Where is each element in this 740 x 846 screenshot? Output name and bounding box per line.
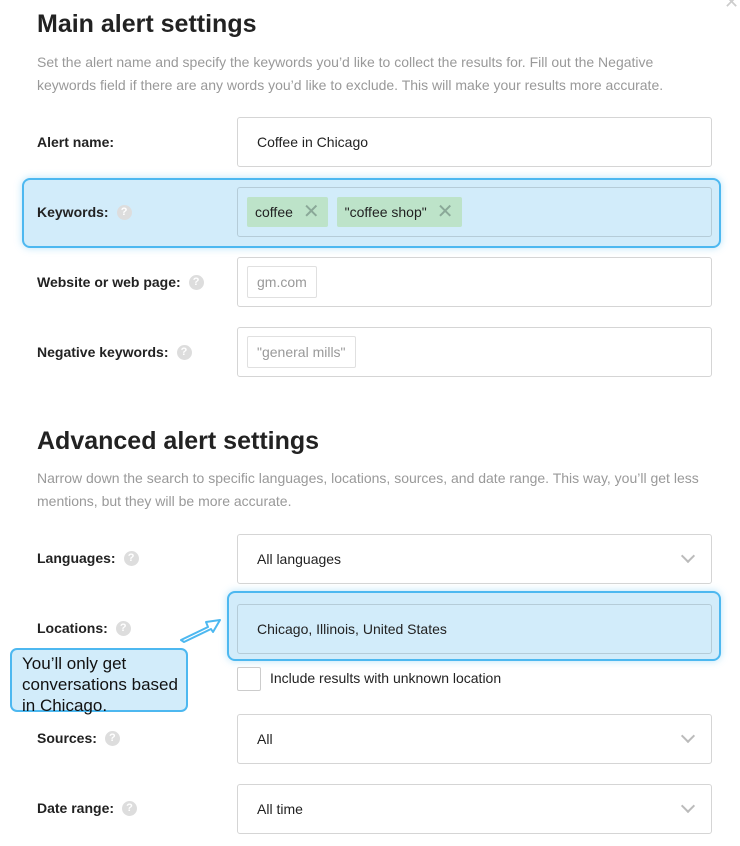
website-input[interactable]: gm.com <box>237 257 712 307</box>
help-icon[interactable]: ? <box>116 204 132 220</box>
chevron-down-icon <box>680 728 696 744</box>
unknown-location-label[interactable]: Include results with unknown location <box>270 670 501 686</box>
chevron-down-icon <box>680 548 696 564</box>
keyword-tag: "coffee shop" ✕ <box>336 197 462 227</box>
main-settings-description: Set the alert name and specify the keywo… <box>37 54 664 93</box>
languages-select[interactable]: All languages <box>237 534 712 584</box>
website-placeholder: gm.com <box>247 266 317 298</box>
keyword-tag: coffee ✕ <box>247 197 328 227</box>
help-icon[interactable]: ? <box>122 800 138 816</box>
sources-value: All <box>257 731 273 747</box>
keywords-label: Keywords:? <box>37 202 132 222</box>
alert-name-label: Alert name: <box>37 134 115 150</box>
main-settings-title: Main alert settings <box>37 10 257 38</box>
alert-name-input[interactable]: Coffee in Chicago <box>237 117 712 167</box>
locations-label: Locations:? <box>37 618 131 638</box>
locations-input[interactable]: Chicago, Illinois, United States <box>237 604 712 654</box>
remove-tag-icon[interactable]: ✕ <box>437 197 454 227</box>
arrow-icon <box>180 619 221 643</box>
location-callout: You’ll only get conversations based in C… <box>10 648 188 715</box>
negative-keywords-placeholder: "general mills" <box>247 336 356 368</box>
languages-value: All languages <box>257 551 342 567</box>
help-icon[interactable]: ? <box>123 550 139 566</box>
help-icon[interactable]: ? <box>104 730 120 746</box>
help-icon[interactable]: ? <box>188 274 204 290</box>
chevron-down-icon <box>680 798 696 814</box>
negative-keywords-label: Negative keywords:? <box>37 342 192 362</box>
date-range-select[interactable]: All time <box>237 784 712 834</box>
help-icon[interactable]: ? <box>115 620 131 636</box>
remove-tag-icon[interactable]: ✕ <box>303 197 320 227</box>
unknown-location-checkbox[interactable] <box>237 667 261 691</box>
sources-label: Sources:? <box>37 728 120 748</box>
alert-name-value: Coffee in Chicago <box>257 134 369 150</box>
sources-select[interactable]: All <box>237 714 712 764</box>
advanced-settings-description: Narrow down the search to specific langu… <box>37 470 699 509</box>
help-icon[interactable]: ? <box>176 344 192 360</box>
date-range-value: All time <box>257 801 303 817</box>
keywords-input[interactable]: coffee ✕ "coffee shop" ✕ <box>237 187 712 237</box>
website-label: Website or web page:? <box>37 272 204 292</box>
close-icon[interactable]: ✕ <box>724 0 739 13</box>
negative-keywords-input[interactable]: "general mills" <box>237 327 712 377</box>
advanced-settings-title: Advanced alert settings <box>37 427 320 455</box>
date-range-label: Date range:? <box>37 798 138 818</box>
locations-value: Chicago, Illinois, United States <box>257 621 447 637</box>
languages-label: Languages:? <box>37 548 139 568</box>
